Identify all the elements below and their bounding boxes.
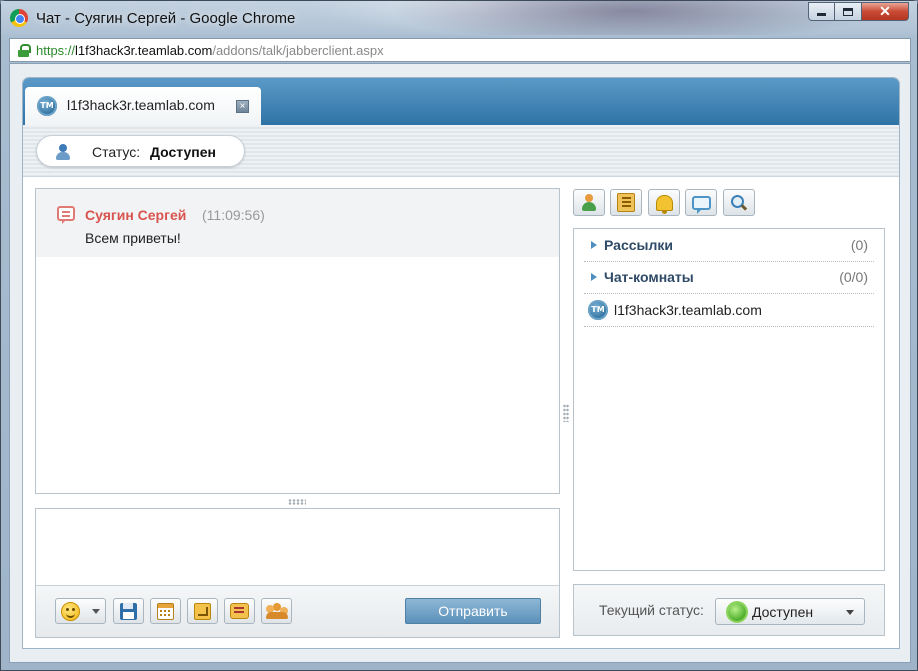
compose-area: Отправить <box>35 508 560 638</box>
add-contact-icon <box>581 193 597 212</box>
send-button[interactable]: Отправить <box>405 598 541 624</box>
status-select-value: Доступен <box>752 604 814 620</box>
chat-history-button[interactable] <box>224 598 255 624</box>
add-contact-button[interactable] <box>573 189 605 216</box>
group-mailing[interactable]: Рассылки (0) <box>584 229 874 262</box>
message-author: Суягин Сергей <box>85 207 187 223</box>
tab-strip: TM l1f3hack3r.teamlab.com × <box>23 78 899 125</box>
minimize-button[interactable] <box>808 2 835 21</box>
online-icon <box>728 603 746 621</box>
group-name: Чат-комнаты <box>604 269 694 285</box>
group-chat-button[interactable] <box>261 598 292 624</box>
status-value: Доступен <box>150 144 216 160</box>
horizontal-resize-handle[interactable] <box>288 499 306 505</box>
window-controls: ✕ <box>808 2 909 21</box>
contact-name: l1f3hack3r.teamlab.com <box>614 302 762 318</box>
compose-toolbar: Отправить <box>36 585 559 637</box>
status-bar: Статус: Доступен <box>23 125 899 177</box>
save-history-button[interactable] <box>113 598 144 624</box>
group-count: (0) <box>850 237 868 253</box>
teamlab-icon: TM <box>588 300 608 320</box>
vertical-resize-handle[interactable] <box>563 404 569 422</box>
address-book-button[interactable] <box>610 189 642 216</box>
lock-icon <box>18 44 31 57</box>
notifications-button[interactable] <box>648 189 680 216</box>
speech-icon <box>691 195 711 214</box>
expand-arrow-icon <box>591 241 597 249</box>
group-chat-rooms[interactable]: Чат-комнаты (0/0) <box>584 261 874 294</box>
message-text: Всем приветы! <box>85 230 181 246</box>
message-icon <box>57 206 75 224</box>
group-icon <box>265 603 288 619</box>
calendar-icon <box>157 602 174 620</box>
status-label: Статус: <box>92 144 141 160</box>
address-book-icon <box>617 193 635 212</box>
enter-icon <box>194 602 211 620</box>
contacts-list: Рассылки (0) Чат-комнаты (0/0) TM l1f3ha… <box>573 228 885 571</box>
maximize-icon <box>843 7 853 16</box>
browser-window: Чат - Суягин Сергей - Google Chrome ✕ ht… <box>0 0 918 671</box>
group-name: Рассылки <box>604 237 673 253</box>
window-title: Чат - Суягин Сергей - Google Chrome <box>36 10 296 27</box>
url-host: l1f3hack3r.teamlab.com <box>75 43 213 58</box>
smile-icon <box>61 601 80 621</box>
user-icon <box>56 144 70 160</box>
message-input[interactable] <box>36 509 559 585</box>
message-time: (11:09:56) <box>202 207 265 223</box>
chrome-logo-icon <box>10 9 28 27</box>
bell-icon <box>655 194 673 214</box>
page-viewport: TM l1f3hack3r.teamlab.com × Статус: Дост… <box>9 63 911 663</box>
url-path: /addons/talk/jabberclient.aspx <box>212 43 384 58</box>
status-select[interactable]: Доступен <box>715 598 865 625</box>
address-bar[interactable]: https://l1f3hack3r.teamlab.com/addons/ta… <box>9 38 911 62</box>
teamlab-icon: TM <box>37 96 57 116</box>
group-count: (0/0) <box>839 269 868 285</box>
chat-history-icon <box>230 603 249 619</box>
tab-close-button[interactable]: × <box>236 100 249 113</box>
tab-label: l1f3hack3r.teamlab.com <box>67 97 215 113</box>
search-button[interactable] <box>723 189 755 216</box>
url-scheme: https:// <box>36 43 76 58</box>
maximize-button[interactable] <box>835 2 862 21</box>
tab-server[interactable]: TM l1f3hack3r.teamlab.com × <box>25 87 261 125</box>
chevron-down-icon <box>846 610 854 615</box>
jabber-client: TM l1f3hack3r.teamlab.com × Статус: Дост… <box>23 78 899 648</box>
chevron-down-icon <box>92 609 100 614</box>
chat-log[interactable]: Суягин Сергей (11:09:56) Всем приветы! <box>35 188 560 494</box>
send-mode-button[interactable] <box>187 598 218 624</box>
save-icon <box>120 602 137 620</box>
url-text[interactable]: https://l1f3hack3r.teamlab.com/addons/ta… <box>36 43 384 58</box>
history-calendar-button[interactable] <box>150 598 181 624</box>
title-bar: Чат - Суягин Сергей - Google Chrome ✕ <box>1 1 917 35</box>
message-item: Суягин Сергей (11:09:56) Всем приветы! <box>36 189 559 257</box>
search-icon <box>731 194 747 211</box>
contact-item[interactable]: TM l1f3hack3r.teamlab.com <box>584 294 874 327</box>
expand-arrow-icon <box>591 273 597 281</box>
current-status-label: Текущий статус: <box>599 602 704 618</box>
conference-button[interactable] <box>685 189 717 216</box>
minimize-icon <box>817 13 826 16</box>
status-pill[interactable]: Статус: Доступен <box>36 135 245 167</box>
current-status-panel: Текущий статус: Доступен <box>573 584 885 636</box>
close-window-button[interactable]: ✕ <box>862 2 909 21</box>
emoticons-button[interactable] <box>55 598 106 624</box>
